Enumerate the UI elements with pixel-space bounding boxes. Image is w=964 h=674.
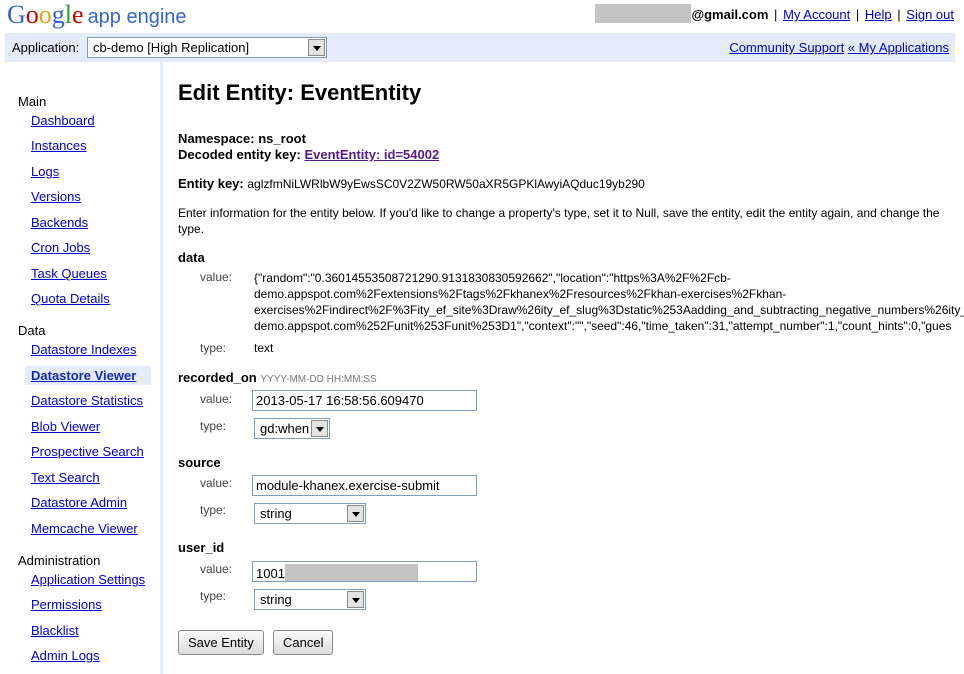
google-app-engine-logo[interactable]: Google app engine xyxy=(7,1,187,31)
field-name-data: data xyxy=(178,250,205,265)
logo-google-text: Google xyxy=(7,0,84,29)
source-type-value: string xyxy=(260,506,292,521)
sidebar-item-instances[interactable]: Instances xyxy=(31,138,87,153)
user-email: @gmail.com xyxy=(691,7,769,22)
sidebar-item-blacklist[interactable]: Blacklist xyxy=(31,623,79,638)
entity-key-row: Entity key: aglzfmNiLWRlbW9yEwsSC0V2ZW50… xyxy=(178,176,645,191)
sidebar-item-datastore-viewer[interactable]: Datastore Viewer xyxy=(25,366,151,385)
decoded-key-row: Decoded entity key: EventEntity: id=5400… xyxy=(178,147,439,162)
page-title: Edit Entity: EventEntity xyxy=(178,80,422,105)
my-applications-link[interactable]: « My Applications xyxy=(848,40,949,55)
cancel-button[interactable]: Cancel xyxy=(273,630,334,655)
field-name-recorded-on: recorded_on xyxy=(178,370,257,385)
field-name-user-id: user_id xyxy=(178,540,225,555)
sidebar-item-permissions[interactable]: Permissions xyxy=(31,597,102,612)
user-links: @gmail.com | My Account | Help | Sign ou… xyxy=(595,4,954,23)
user-id-type-value: string xyxy=(260,592,292,607)
sidebar-item-quota-details[interactable]: Quota Details xyxy=(31,291,110,306)
sidebar-item-datastore-admin[interactable]: Datastore Admin xyxy=(31,495,127,510)
sidebar-section-administration: Administration xyxy=(18,553,101,568)
type-label: type: xyxy=(200,341,227,355)
sidebar-item-cron-jobs[interactable]: Cron Jobs xyxy=(31,240,90,255)
datetime-format-hint: YYYY-MM-DD HH:MM:SS xyxy=(260,374,377,385)
data-value-line: demo.appspot.com%2Fextensions%2Ftags%2Fk… xyxy=(254,287,787,301)
namespace-value: ns_root xyxy=(258,131,306,146)
user-id-value: 1001 xyxy=(256,566,285,581)
top-header: Google app engine @gmail.com | My Account… xyxy=(0,0,964,32)
sidebar-item-versions[interactable]: Versions xyxy=(31,189,81,204)
application-select-value: cb-demo [High Replication] xyxy=(93,40,250,55)
sidebar-section-data: Data xyxy=(18,323,46,338)
field-name-source: source xyxy=(178,455,221,470)
help-link[interactable]: Help xyxy=(865,7,892,22)
type-label: type: xyxy=(200,419,227,433)
separator: | xyxy=(855,7,860,22)
sign-out-link[interactable]: Sign out xyxy=(906,7,954,22)
data-type-value: text xyxy=(254,341,274,355)
sidebar-item-logs[interactable]: Logs xyxy=(31,164,59,179)
type-label: type: xyxy=(200,589,227,603)
value-label: value: xyxy=(200,270,233,284)
sidebar-item-datastore-indexes[interactable]: Datastore Indexes xyxy=(31,342,137,357)
application-select[interactable]: cb-demo [High Replication] xyxy=(87,37,327,58)
chevron-down-icon[interactable] xyxy=(311,420,328,437)
sidebar: Main Dashboard Instances Logs Versions B… xyxy=(0,62,163,674)
namespace-row: Namespace: ns_root xyxy=(178,131,306,146)
user-id-type-select[interactable]: string xyxy=(254,589,366,610)
sidebar-item-task-queues[interactable]: Task Queues xyxy=(31,266,107,281)
redacted-username xyxy=(595,4,692,23)
entity-key-value: aglzfmNiLWRlbW9yEwsSC0V2ZW50RW50aXR5GPKl… xyxy=(247,177,645,191)
data-value-line: {"random":"0.36014553508721290.913183083… xyxy=(254,271,731,285)
application-label: Application: xyxy=(12,40,80,55)
application-bar: Application: cb-demo [High Replication] … xyxy=(5,33,955,62)
value-label: value: xyxy=(200,562,233,576)
appbar-links: Community Support « My Applications xyxy=(729,40,949,55)
data-value-line: demo.appspot.com%252Funit%253Funit%253D1… xyxy=(254,319,952,333)
my-account-link[interactable]: My Account xyxy=(783,7,850,22)
recorded-on-type-select[interactable]: gd:when xyxy=(254,418,330,439)
chevron-down-icon[interactable] xyxy=(347,591,364,608)
value-label: value: xyxy=(200,392,233,406)
entity-key-label: Entity key: xyxy=(178,176,244,191)
sidebar-item-dashboard[interactable]: Dashboard xyxy=(31,113,95,128)
user-id-input[interactable]: 1001 xyxy=(252,561,477,582)
separator: | xyxy=(897,7,901,22)
type-label: type: xyxy=(200,503,227,517)
source-input[interactable]: module-khanex.exercise-submit xyxy=(252,475,477,496)
community-support-link[interactable]: Community Support xyxy=(729,40,844,55)
decoded-key-label: Decoded entity key: xyxy=(178,147,301,162)
sidebar-item-application-settings[interactable]: Application Settings xyxy=(31,572,145,587)
data-value-line: exercises%2Findirect%2F%3Fity_ef_site%3D… xyxy=(254,303,964,317)
sidebar-item-memcache-viewer[interactable]: Memcache Viewer xyxy=(31,521,138,536)
chevron-down-icon[interactable] xyxy=(347,505,364,522)
instructions-text: Enter information for the entity below. … xyxy=(178,206,940,236)
sidebar-item-admin-logs[interactable]: Admin Logs xyxy=(31,648,100,663)
chevron-down-icon[interactable] xyxy=(308,39,325,56)
logo-product-text: app engine xyxy=(87,6,187,28)
redacted-user-id xyxy=(284,564,418,581)
value-label: value: xyxy=(200,476,233,490)
recorded-on-type-value: gd:when xyxy=(260,421,310,436)
sidebar-item-backends[interactable]: Backends xyxy=(31,215,88,230)
sidebar-item-blob-viewer[interactable]: Blob Viewer xyxy=(31,419,100,434)
sidebar-item-prospective-search[interactable]: Prospective Search xyxy=(31,444,144,459)
sidebar-item-datastore-statistics[interactable]: Datastore Statistics xyxy=(31,393,143,408)
source-type-select[interactable]: string xyxy=(254,503,366,524)
sidebar-item-text-search[interactable]: Text Search xyxy=(31,470,100,485)
separator: | xyxy=(774,7,778,22)
save-entity-button[interactable]: Save Entity xyxy=(178,630,264,655)
decoded-key-link[interactable]: EventEntity: id=54002 xyxy=(304,147,439,162)
sidebar-section-main: Main xyxy=(18,94,47,109)
recorded-on-input[interactable]: 2013-05-17 16:58:56.609470 xyxy=(252,390,477,411)
namespace-label: Namespace: xyxy=(178,131,255,146)
recorded-on-header: recorded_on YYYY-MM-DD HH:MM:SS xyxy=(178,370,377,385)
